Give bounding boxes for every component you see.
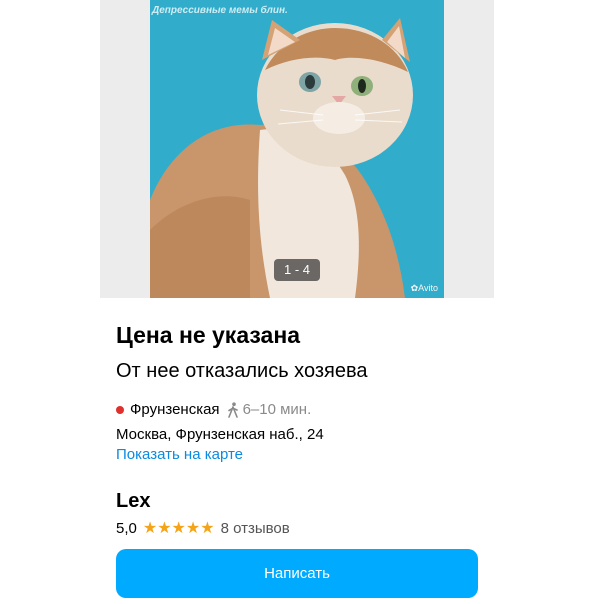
rating-stars: ★★★★★	[142, 520, 215, 537]
show-on-map-link[interactable]: Показать на карте	[116, 446, 243, 463]
avito-watermark-text: Avito	[418, 283, 438, 293]
photo-gallery[interactable]: Депрессивные мемы блин. 1 - 4 ✿Avito	[100, 0, 494, 298]
rating-value: 5,0	[116, 519, 137, 537]
photo-counter: 1 - 4	[274, 259, 320, 281]
metro-station: Фрунзенская	[130, 401, 220, 418]
metro-info: Фрунзенская 6–10 мин.	[116, 401, 311, 418]
seller-rating[interactable]: 5,0 ★★★★★ 8 отзывов	[116, 518, 290, 538]
seller-name[interactable]: Lex	[116, 490, 150, 513]
write-message-button[interactable]: Написать	[116, 549, 478, 598]
cat-image	[150, 0, 444, 298]
walking-person-icon	[226, 401, 240, 418]
listing-title: От нее отказались хозяева	[116, 360, 368, 382]
metro-line-dot	[116, 405, 124, 414]
listing-price: Цена не указана	[116, 322, 300, 348]
address: Москва, Фрунзенская наб., 24	[116, 426, 324, 443]
reviews-count[interactable]: 8 отзывов	[221, 520, 290, 537]
avito-watermark: ✿Avito	[410, 283, 438, 293]
listing-photo[interactable]: Депрессивные мемы блин. 1 - 4 ✿Avito	[150, 0, 444, 298]
photo-watermark: Депрессивные мемы блин.	[152, 5, 288, 16]
walk-time: 6–10 мин.	[242, 401, 312, 418]
